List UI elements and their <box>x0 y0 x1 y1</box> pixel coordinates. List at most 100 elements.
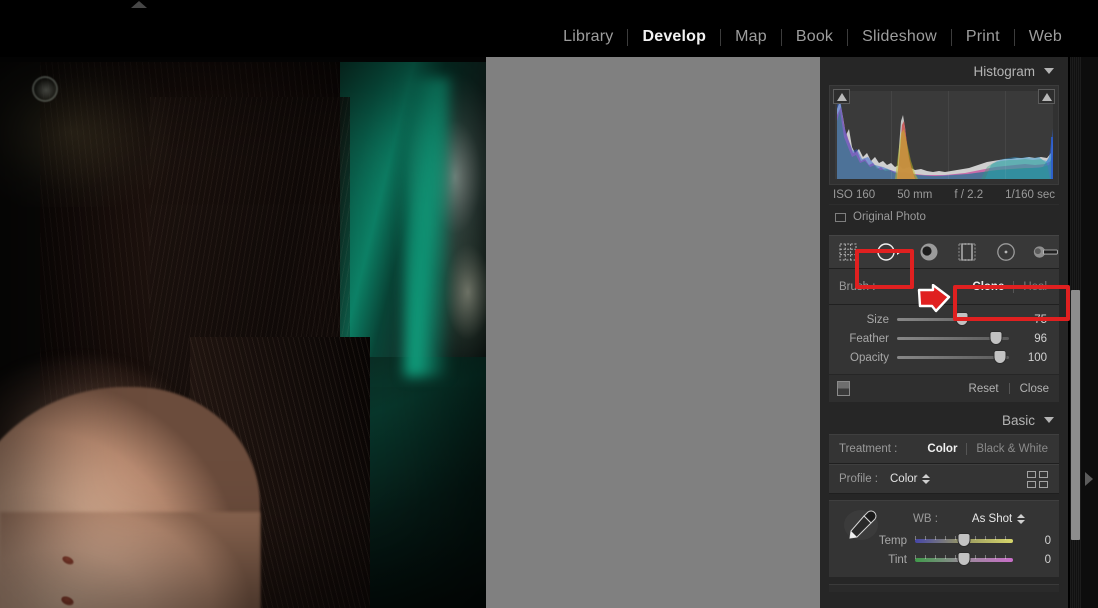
graduated-filter-icon <box>958 243 976 261</box>
temp-slider-knob[interactable] <box>958 533 970 546</box>
rectangle-icon <box>835 212 846 222</box>
crop-overlay-tool[interactable] <box>837 239 860 265</box>
tint-slider-track[interactable] <box>915 552 1013 565</box>
size-slider-knob[interactable] <box>956 313 968 325</box>
original-photo-toggle[interactable]: Original Photo <box>829 204 1059 230</box>
chevron-down-icon[interactable] <box>1044 68 1054 74</box>
exif-aperture: f / 2.2 <box>954 189 984 201</box>
radial-filter-tool[interactable] <box>995 239 1018 265</box>
image-canvas[interactable] <box>0 57 820 608</box>
spot-removal-tool[interactable] <box>876 239 902 265</box>
opacity-slider-track[interactable] <box>897 351 1009 363</box>
histogram-panel-header[interactable]: Histogram <box>820 57 1068 85</box>
treatment-options: Color Black & White <box>927 443 1048 455</box>
top-module-bar: Library Develop Map Book Slideshow Print… <box>0 0 1098 57</box>
lightroom-develop-window: Library Develop Map Book Slideshow Print… <box>0 0 1098 608</box>
treatment-bw-button[interactable]: Black & White <box>976 443 1048 455</box>
feather-slider-track[interactable] <box>897 332 1009 344</box>
module-library[interactable]: Library <box>549 28 627 46</box>
feather-value[interactable]: 96 <box>1009 333 1055 345</box>
exif-focal-length: 50 mm <box>897 189 933 201</box>
profile-browser-button[interactable] <box>1027 470 1048 488</box>
module-slideshow[interactable]: Slideshow <box>848 28 951 46</box>
clone-button[interactable]: Clone <box>972 281 1004 293</box>
opacity-value[interactable]: 100 <box>1009 352 1055 364</box>
profile-label: Profile : <box>839 473 878 485</box>
profile-dropdown[interactable]: Color <box>890 473 931 485</box>
opacity-slider-knob[interactable] <box>994 351 1006 363</box>
collapse-right-panel-triangle-icon[interactable] <box>1085 472 1093 486</box>
grid-cell-icon <box>1027 480 1036 488</box>
basic-panel-header[interactable]: Basic <box>820 406 1068 434</box>
grid-cell-icon <box>1027 470 1036 478</box>
histogram-curve <box>837 97 1053 179</box>
feather-slider-row: Feather 96 <box>829 329 1059 348</box>
size-label: Size <box>866 313 889 326</box>
opacity-label: Opacity <box>850 351 889 364</box>
reset-button[interactable]: Reset <box>969 383 999 395</box>
basic-title: Basic <box>1001 412 1035 428</box>
module-map[interactable]: Map <box>721 28 781 46</box>
temp-value[interactable]: 0 <box>1013 535 1057 547</box>
section-divider <box>829 584 1059 592</box>
treatment-color-button[interactable]: Color <box>927 443 957 455</box>
spot-removal-footer: Reset Close <box>829 374 1059 402</box>
histogram-title: Histogram <box>973 63 1035 79</box>
updown-chevron-icon <box>922 474 931 484</box>
right-develop-panel: Histogram ISO 160 50 mm f / 2.2 1/160 se… <box>820 57 1068 608</box>
highlight-clipping-indicator[interactable] <box>1038 89 1055 104</box>
grid-cell-icon <box>1039 480 1048 488</box>
treatment-label: Treatment : <box>839 443 898 455</box>
adjustment-brush-tool[interactable] <box>1033 239 1059 265</box>
histogram-plot-area <box>835 91 1053 179</box>
footer-actions: Reset Close <box>969 383 1049 395</box>
annotation-arrow-icon <box>917 284 951 313</box>
divider <box>1008 383 1010 394</box>
clone-heal-toggle: Clone Heal <box>972 280 1047 293</box>
shadow-clipping-indicator[interactable] <box>833 89 850 104</box>
crop-overlay-icon <box>839 243 857 261</box>
grid-cell-icon <box>1039 470 1048 478</box>
exif-iso: ISO 160 <box>833 189 876 201</box>
panel-scrollbar-thumb[interactable] <box>1071 290 1080 540</box>
wb-value: As Shot <box>971 513 1013 525</box>
chevron-down-icon[interactable] <box>1044 417 1054 423</box>
treatment-row: Treatment : Color Black & White <box>829 434 1059 464</box>
module-print[interactable]: Print <box>952 28 1014 46</box>
exif-shutter-speed: 1/160 sec <box>1005 189 1055 201</box>
eyedropper-icon <box>844 510 878 540</box>
photo-preview[interactable] <box>0 57 486 608</box>
original-photo-label: Original Photo <box>853 211 926 223</box>
module-picker: Library Develop Map Book Slideshow Print… <box>549 28 1076 46</box>
module-develop[interactable]: Develop <box>628 28 720 46</box>
red-eye-correction-tool[interactable] <box>918 239 941 265</box>
module-web[interactable]: Web <box>1015 28 1076 46</box>
histogram-graph[interactable] <box>829 85 1059 185</box>
wb-label: WB : <box>913 513 938 525</box>
exif-metadata-row: ISO 160 50 mm f / 2.2 1/160 sec <box>833 185 1055 204</box>
size-value[interactable]: 75 <box>1009 314 1055 326</box>
red-eye-icon <box>920 243 938 261</box>
radial-filter-icon <box>996 243 1015 261</box>
close-button[interactable]: Close <box>1020 383 1049 395</box>
size-slider-track[interactable] <box>897 313 1009 325</box>
white-balance-section: WB : As Shot Temp 0 Tint 0 <box>829 500 1059 577</box>
collapse-top-panel-triangle-icon[interactable] <box>131 1 147 8</box>
opacity-slider-row: Opacity 100 <box>829 348 1059 367</box>
tint-slider-knob[interactable] <box>958 552 970 565</box>
brush-icon <box>1033 246 1058 258</box>
right-panel-edge <box>1081 57 1098 608</box>
photo-vignette <box>0 57 486 608</box>
wb-dropdown[interactable]: As Shot <box>971 513 1026 525</box>
feather-slider-knob[interactable] <box>990 332 1002 344</box>
tool-strip <box>829 235 1059 269</box>
module-book[interactable]: Book <box>782 28 847 46</box>
tint-value[interactable]: 0 <box>1013 554 1057 566</box>
feather-label: Feather <box>849 332 889 345</box>
spot-removal-icon <box>876 243 901 261</box>
tool-enable-switch[interactable] <box>837 381 850 396</box>
temp-slider-track[interactable] <box>915 533 1013 546</box>
white-balance-selector-tool[interactable] <box>841 505 881 545</box>
heal-button[interactable]: Heal <box>1023 281 1047 293</box>
graduated-filter-tool[interactable] <box>956 239 979 265</box>
